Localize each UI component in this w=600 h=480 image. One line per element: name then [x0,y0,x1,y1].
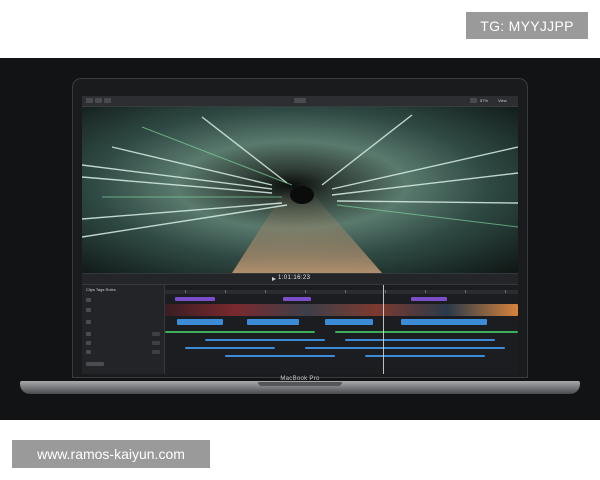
role-row[interactable] [86,340,160,346]
browser-toggle-button[interactable] [95,98,102,103]
import-button[interactable] [104,98,111,103]
role-control[interactable] [152,341,160,345]
zoom-level[interactable]: 57% [480,98,488,103]
audio-clip[interactable] [335,331,518,333]
laptop-screen: 57% View 1:01:16:23 Clips Tags Roles [82,96,518,374]
connected-clip[interactable] [401,319,487,325]
audio-clip[interactable] [225,355,335,357]
role-row[interactable] [86,349,160,355]
timeline-playhead[interactable] [383,285,384,374]
checkbox-icon[interactable] [86,350,91,354]
audio-clip[interactable] [185,347,275,349]
folder-icon [86,308,91,312]
view-menu[interactable]: View [498,98,507,103]
title-clip[interactable] [283,297,311,301]
video-viewer [82,107,518,273]
checkbox-icon[interactable] [86,332,91,336]
project-selector[interactable] [294,98,306,103]
library-toggle-button[interactable] [86,98,93,103]
viewer-frame-image [82,107,518,273]
library-tabs[interactable]: Clips Tags Roles [86,287,116,292]
laptop-notch [258,382,342,386]
folder-icon [86,298,91,302]
watermark-tg: TG: MYYJJPP [466,12,588,39]
viewer-controls: 1:01:16:23 [82,273,518,285]
audio-clip[interactable] [165,331,315,333]
library-item[interactable] [86,319,160,325]
laptop-model-label: MacBook Pro [280,376,320,382]
library-item[interactable] [86,297,160,303]
role-control[interactable] [152,332,160,336]
primary-storyline[interactable] [165,304,518,316]
library-item[interactable] [86,307,160,313]
audio-clip[interactable] [205,339,325,341]
timecode-display: 1:01:16:23 [278,275,311,281]
button-shape [86,362,104,366]
title-clip[interactable] [411,297,447,301]
audio-clip[interactable] [345,339,495,341]
role-control[interactable] [152,350,160,354]
timeline [165,285,518,374]
play-icon[interactable] [272,277,276,281]
role-row[interactable] [86,331,160,337]
checkbox-icon[interactable] [86,341,91,345]
title-clip[interactable] [175,297,215,301]
inspector-toggle-button[interactable] [470,98,477,103]
audio-clip[interactable] [305,347,505,349]
connected-clip[interactable] [177,319,223,325]
app-toolbar: 57% View [82,96,518,107]
folder-icon [86,320,91,324]
edit-roles-button[interactable] [86,361,160,367]
timeline-ruler[interactable] [165,290,518,294]
watermark-url: www.ramos-kaiyun.com [12,440,210,468]
connected-clip[interactable] [247,319,299,325]
connected-clip[interactable] [325,319,373,325]
libraries-pane: Clips Tags Roles [82,285,165,374]
